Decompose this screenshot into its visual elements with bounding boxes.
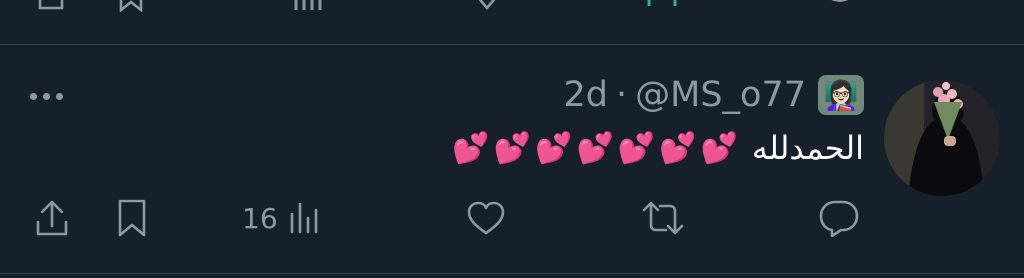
share-icon[interactable] (36, 0, 66, 12)
reply-button[interactable] (818, 190, 860, 246)
share-button[interactable] (34, 190, 70, 246)
views-button[interactable]: 16 (242, 190, 324, 246)
bookmark-icon (118, 199, 146, 237)
hearts-emoji: 💕💕💕💕💕💕💕 (452, 130, 742, 166)
reply-icon (819, 200, 859, 237)
retweet-icon (642, 201, 684, 235)
teacher-emoji-badge: 👩🏻‍🏫 (818, 75, 864, 115)
share-icon (36, 200, 68, 236)
views-icon[interactable] (292, 0, 326, 12)
reply-icon[interactable] (822, 0, 856, 12)
like-icon (467, 201, 505, 235)
tweet-text-arabic: الحمدلله (751, 129, 864, 167)
tweet-actions: 16 (0, 190, 1024, 246)
views-count: 16 (242, 201, 278, 235)
bookmark-button[interactable] (114, 190, 150, 246)
divider (0, 273, 1024, 274)
bookmark-icon[interactable] (116, 0, 146, 12)
retweet-button[interactable] (640, 190, 686, 246)
more-options-button[interactable] (28, 87, 68, 107)
tweet-text: 💕💕💕💕💕💕💕 الحمدلله (452, 129, 864, 167)
tweet-header: 2d · @MS_o77 👩🏻‍🏫 (563, 73, 864, 117)
avatar[interactable] (884, 80, 1000, 196)
header-separator: · (615, 75, 628, 115)
avatar-image (884, 80, 1000, 196)
tweet-time[interactable]: 2d (563, 75, 608, 115)
tweet[interactable]: 2d · @MS_o77 👩🏻‍🏫 💕💕💕💕💕💕💕 الحمدلله (0, 45, 1024, 277)
like-icon[interactable] (470, 0, 504, 12)
views-icon (290, 202, 317, 234)
like-button[interactable] (466, 190, 506, 246)
user-handle[interactable]: @MS_o77 (635, 75, 806, 115)
retweet-icon[interactable] (645, 0, 679, 12)
previous-tweet-actions (0, 0, 1024, 12)
